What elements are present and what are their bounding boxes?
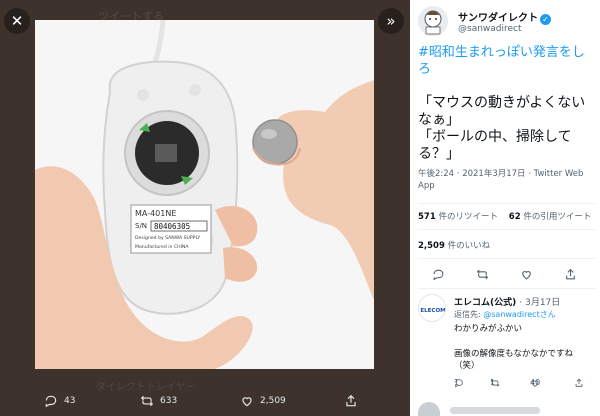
- author-name[interactable]: サンワダイレクト ✓: [458, 9, 551, 25]
- reply-reply-button[interactable]: 1: [454, 378, 464, 388]
- reply-author-name: エレコム(公式): [454, 298, 517, 308]
- photo-serial-number: 80406305: [154, 222, 190, 231]
- retweets-count: 571: [418, 212, 436, 222]
- tweet-action-bar: [410, 266, 600, 284]
- verified-icon: ✓: [540, 14, 551, 25]
- tweet-body: 「マウスの動きがよくないなぁ」 「ボールの中、掃除してる？」: [418, 95, 598, 163]
- avatar[interactable]: [418, 6, 448, 36]
- photo-serial-label: S/N: [135, 222, 147, 230]
- photo-illustration: MA-401NE S/N 80406305 Designed by SANWA …: [35, 20, 374, 369]
- reply-icon: [433, 269, 444, 281]
- tweet-timestamp[interactable]: 午後2:24 · 2021年3月17日 · Twitter Web App: [418, 168, 596, 192]
- reply-tweet[interactable]: ELECOM エレコム(公式) · 3月17日 返信先: @sanwadirec…: [418, 292, 598, 402]
- photo-made-label: Manufactured in CHINA: [135, 244, 189, 250]
- share-button[interactable]: [564, 266, 577, 285]
- divider: [418, 203, 596, 204]
- viewer-reply-count: 43: [64, 396, 76, 406]
- photo-designed-label: Designed by SANWA SUPPLY: [135, 235, 200, 241]
- reply-retweet-button[interactable]: 1: [490, 378, 500, 388]
- next-reply-preview[interactable]: [418, 402, 598, 416]
- divider: [418, 258, 596, 259]
- retweet-stats[interactable]: 571 件のリツイート 62 件の引用ツイート: [418, 210, 591, 222]
- tweet-panel: サンワダイレクト ✓ @sanwadirect #昭和生まれっぽい発言をしろ 「マ…: [410, 0, 600, 416]
- viewer-like-button[interactable]: 2,509: [240, 394, 286, 408]
- retweet-icon: [476, 269, 489, 280]
- viewer-like-count: 2,509: [260, 396, 286, 406]
- tweet-author[interactable]: サンワダイレクト ✓ @sanwadirect: [418, 6, 598, 40]
- reply-text: 画像の解像度もなかなかですね（笑）: [454, 349, 574, 371]
- viewer-share-button[interactable]: [344, 394, 358, 408]
- tweet-body-line: 「ボールの中、掃除してる？」: [418, 129, 572, 162]
- likes-label: 件のいいね: [447, 241, 491, 251]
- tweet-body-line: 「マウスの動きがよくないなぁ」: [418, 95, 586, 128]
- retweet-button[interactable]: [476, 266, 489, 285]
- quote-count: 62: [508, 212, 521, 222]
- reply-text: わかりみがふかい: [454, 324, 523, 334]
- likes-count: 2,509: [418, 241, 445, 251]
- reply-date: · 3月17日: [519, 298, 561, 308]
- blurred-text: [450, 407, 540, 414]
- divider: [418, 229, 596, 230]
- divider: [418, 288, 596, 289]
- reply-to-line: 返信先: @sanwadirectさん: [454, 309, 556, 320]
- author-name-text: サンワダイレクト: [458, 13, 538, 24]
- avatar-logo-text: ELECOM: [420, 308, 445, 314]
- viewer-reply-button[interactable]: 43: [44, 394, 75, 408]
- reply-like-count: 40: [530, 378, 541, 387]
- author-handle[interactable]: @sanwadirect: [458, 24, 522, 34]
- reply-like-button[interactable]: 40: [530, 378, 540, 388]
- like-icon: [242, 397, 252, 407]
- like-button[interactable]: [520, 266, 533, 285]
- share-icon: [575, 378, 583, 387]
- reply-to-handle-link[interactable]: @sanwadirectさん: [483, 310, 555, 319]
- like-stats[interactable]: 2,509 件のいいね: [418, 239, 490, 251]
- viewer-retweet-count: 633: [160, 396, 178, 406]
- close-icon[interactable]: ✕: [4, 8, 30, 34]
- reply-reply-count: 1: [454, 378, 460, 387]
- reply-prefix: 返信先:: [454, 310, 484, 319]
- reply-author[interactable]: エレコム(公式) · 3月17日: [454, 295, 560, 308]
- avatar[interactable]: ELECOM: [418, 294, 446, 322]
- avatar-logo-icon: ELECOM: [419, 295, 445, 321]
- expand-icon[interactable]: »: [378, 8, 404, 34]
- media-viewer: ツイートする ダイレクトトレイヤー ✕ » MA-401NE S/N 80406…: [0, 0, 410, 416]
- avatar: [418, 402, 440, 416]
- like-icon: [522, 271, 531, 280]
- viewer-retweet-button[interactable]: 633: [140, 394, 177, 408]
- retweet-icon: [140, 395, 154, 407]
- reply-action-bar: 1 1 40: [454, 378, 594, 390]
- reply-button[interactable]: [432, 266, 445, 285]
- retweets-label: 件のリツイート: [438, 212, 498, 222]
- share-icon: [346, 394, 356, 407]
- photo-model-label: MA-401NE: [135, 209, 176, 218]
- viewer-action-bar: 43 633 2,509: [0, 388, 410, 416]
- tweet-photo[interactable]: MA-401NE S/N 80406305 Designed by SANWA …: [35, 20, 374, 369]
- quote-label: 件の引用ツイート: [523, 212, 592, 222]
- reply-icon: [45, 395, 57, 408]
- reply-retweet-count: 1: [490, 378, 496, 387]
- reply-share-button[interactable]: [574, 378, 584, 388]
- share-icon: [566, 268, 575, 280]
- hashtag-link[interactable]: #昭和生まれっぽい発言をしろ: [418, 44, 596, 78]
- avatar-icon: [418, 6, 448, 36]
